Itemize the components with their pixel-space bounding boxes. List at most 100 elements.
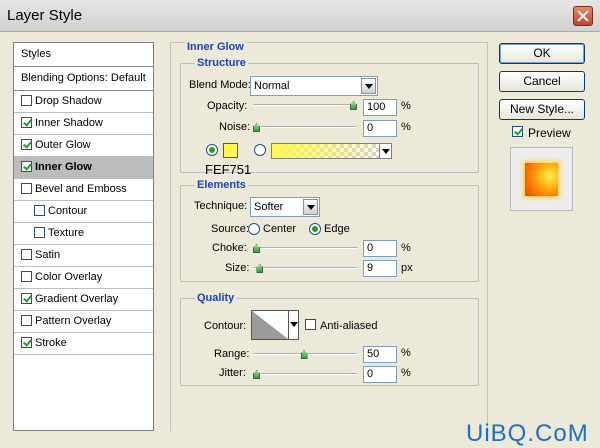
noise-field[interactable]: 0 [363,120,397,137]
percent-unit: % [401,347,411,359]
opacity-field[interactable]: 100 [363,99,397,116]
jitter-slider[interactable] [253,373,357,375]
window-title: Layer Style [7,7,83,24]
style-item-label: Contour [48,205,88,217]
range-field[interactable]: 50 [363,346,397,363]
glow-gradient-picker[interactable] [271,143,392,159]
chevron-down-icon [361,78,376,94]
choke-slider[interactable] [253,247,357,249]
opacity-slider[interactable] [253,104,357,106]
style-item-label: Texture [48,227,85,239]
style-item-gradient-overlay[interactable]: Gradient Overlay [14,289,153,311]
style-item-texture[interactable]: Texture [14,223,153,245]
percent-unit: % [401,100,411,112]
solid-color-radio[interactable] [206,144,218,156]
ok-button[interactable]: OK [499,43,585,64]
technique-select[interactable]: Softer [250,197,320,217]
percent-unit: % [401,242,411,254]
range-label: Range: [214,348,250,360]
anti-aliased-checkbox[interactable] [305,319,316,330]
style-item-drop-shadow[interactable]: Drop Shadow [14,91,153,113]
style-item-satin[interactable]: Satin [14,245,153,267]
preview-label[interactable]: Preview [528,126,571,140]
source-edge-radio[interactable] [309,223,321,235]
style-item-pattern-overlay[interactable]: Pattern Overlay [14,311,153,333]
style-item-label: Outer Glow [35,139,91,151]
style-item-contour[interactable]: Contour [14,201,153,223]
glow-color-swatch[interactable] [223,143,238,158]
style-item-label: Pattern Overlay [35,315,112,327]
chevron-down-icon [288,310,299,340]
style-item-inner-shadow[interactable]: Inner Shadow [14,113,153,135]
satin-checkbox[interactable] [21,249,32,260]
style-item-inner-glow[interactable]: Inner Glow [14,157,153,179]
gradient-overlay-checkbox[interactable] [21,293,32,304]
inner-shadow-checkbox[interactable] [21,117,32,128]
quality-title: Quality [195,292,237,304]
stroke-checkbox[interactable] [21,337,32,348]
outer-glow-checkbox[interactable] [21,139,32,150]
style-item-outer-glow[interactable]: Outer Glow [14,135,153,157]
styles-list: Styles Blending Options: Default Drop Sh… [13,42,154,431]
size-field[interactable]: 9 [363,260,397,277]
bevel-emboss-checkbox[interactable] [21,183,32,194]
preview-thumbnail [525,163,558,196]
blend-mode-select[interactable]: Normal [250,76,378,96]
source-edge-label[interactable]: Edge [324,223,350,235]
contour-picker[interactable] [251,310,299,340]
style-item-bevel-emboss[interactable]: Bevel and Emboss [14,179,153,201]
style-item-label: Inner Glow [35,161,92,173]
panel-title: Inner Glow [185,41,246,53]
style-item-label: Bevel and Emboss [35,183,127,195]
style-item-label: Drop Shadow [35,95,102,107]
choke-label: Choke: [212,242,247,254]
close-button[interactable] [573,6,593,26]
chevron-down-icon [303,199,318,215]
style-preview [510,147,573,211]
percent-unit: % [401,367,411,379]
style-item-stroke[interactable]: Stroke [14,333,153,355]
structure-title: Structure [195,57,248,69]
gradient-radio[interactable] [254,144,266,156]
source-center-radio[interactable] [248,223,260,235]
cancel-button[interactable]: Cancel [499,71,585,92]
contour-label: Contour: [204,320,247,332]
source-label: Source: [211,223,249,235]
choke-field[interactable]: 0 [363,240,397,257]
source-center-label[interactable]: Center [263,223,296,235]
technique-value: Softer [254,201,284,213]
style-item-label: Gradient Overlay [35,293,119,305]
color-hex-label: FEF751 [205,162,252,177]
noise-slider[interactable] [253,126,357,128]
layer-style-dialog: Layer Style Styles Blending Options: Def… [0,0,600,448]
jitter-field[interactable]: 0 [363,366,397,383]
drop-shadow-checkbox[interactable] [21,95,32,106]
anti-aliased-label[interactable]: Anti-aliased [320,320,377,332]
style-item-label: Satin [35,249,61,261]
watermark-text: UiBQ.CoM [466,420,589,447]
texture-checkbox[interactable] [34,227,45,238]
blend-mode-value: Normal [254,80,290,92]
chevron-down-icon [379,144,391,158]
size-slider[interactable] [253,267,357,269]
title-bar[interactable]: Layer Style [0,0,600,32]
blend-mode-label: Blend Mode: [189,79,251,91]
percent-unit: % [401,121,411,133]
elements-title: Elements [195,179,248,191]
blending-options-item[interactable]: Blending Options: Default [14,67,153,91]
opacity-label: Opacity: [207,100,248,112]
preview-checkbox[interactable] [512,126,523,137]
px-unit: px [401,262,413,274]
style-item-color-overlay[interactable]: Color Overlay [14,267,153,289]
size-label: Size: [225,262,250,274]
pattern-overlay-checkbox[interactable] [21,315,32,326]
style-item-label: Color Overlay [35,271,103,283]
styles-header[interactable]: Styles [14,43,153,67]
technique-label: Technique: [194,200,248,212]
style-item-label: Stroke [35,337,67,349]
new-style-button[interactable]: New Style... [499,99,585,120]
contour-checkbox[interactable] [34,205,45,216]
color-overlay-checkbox[interactable] [21,271,32,282]
noise-label: Noise: [219,121,251,133]
inner-glow-checkbox[interactable] [21,161,32,172]
